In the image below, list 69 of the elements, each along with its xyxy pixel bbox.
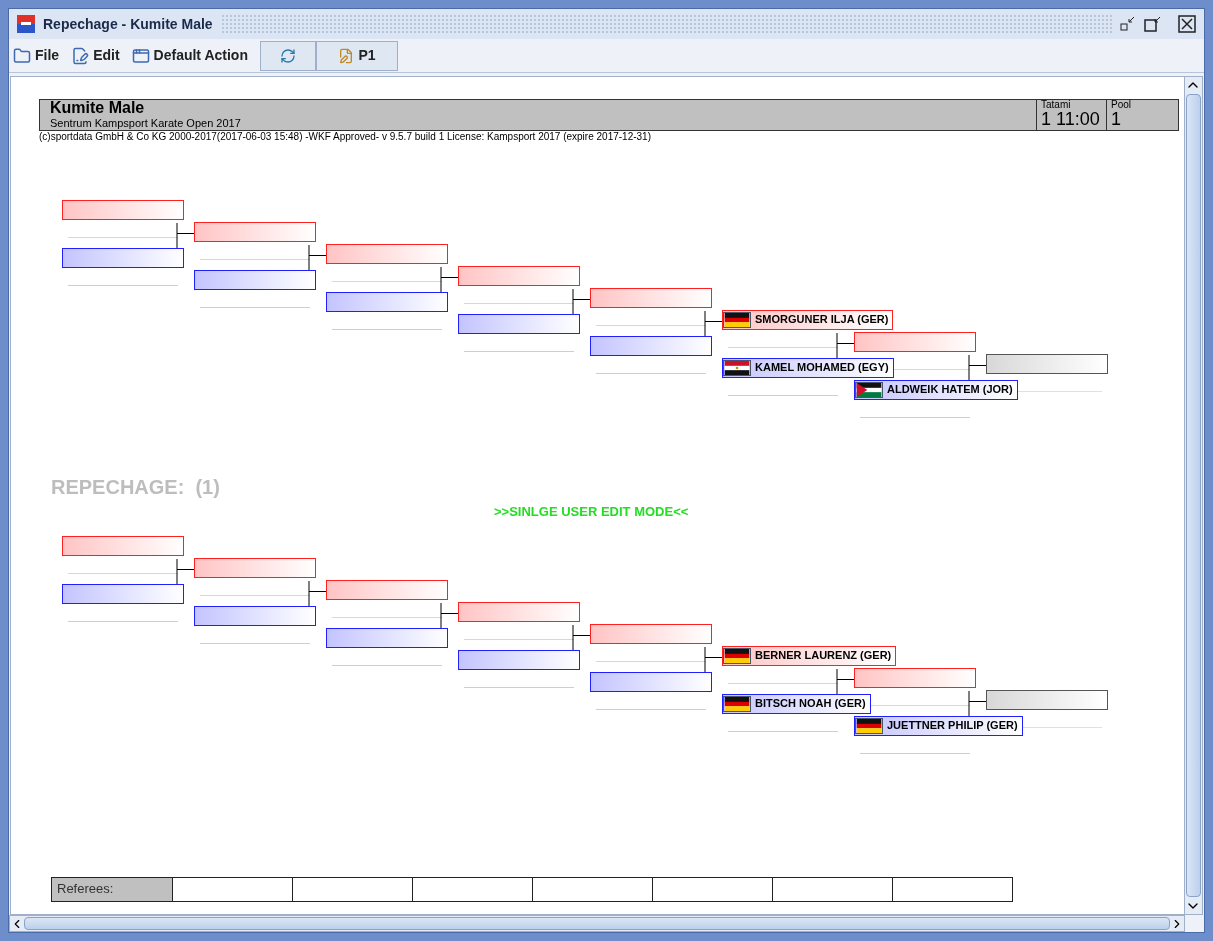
- competitor-slot[interactable]: [458, 601, 580, 622]
- flag-icon: [723, 695, 751, 712]
- referees-label: Referees:: [52, 877, 172, 901]
- competitor-slot[interactable]: SMORGUNER ILJA (GER): [722, 309, 894, 330]
- competitor-slot[interactable]: [194, 221, 316, 242]
- restore-icon[interactable]: [1120, 16, 1136, 32]
- competitor-slot[interactable]: [326, 243, 448, 264]
- competitor-slot[interactable]: [854, 667, 976, 688]
- competitor-name: ALDWEIK HATEM (JOR): [887, 382, 1013, 398]
- competitor-slot[interactable]: [458, 265, 580, 286]
- competitor-slot[interactable]: [986, 689, 1108, 710]
- competitor-name: SMORGUNER ILJA (GER): [755, 312, 889, 328]
- refresh-icon: [279, 47, 296, 64]
- edit-icon: [338, 47, 355, 64]
- competitor-name: BERNER LAURENZ (GER): [755, 648, 892, 664]
- competitor-slot[interactable]: [326, 627, 448, 648]
- competitor-slot[interactable]: [62, 199, 184, 220]
- vertical-scrollbar[interactable]: [1184, 77, 1202, 914]
- competitor-slot[interactable]: JUETTNER PHILIP (GER): [854, 715, 1023, 736]
- field-label: Tatami: [1041, 100, 1072, 110]
- file-edit-icon: [71, 46, 90, 65]
- window-title: Repechage - Kumite Male: [43, 14, 213, 34]
- flag-icon: [855, 717, 883, 734]
- competitor-slot[interactable]: [194, 605, 316, 626]
- field-value: 1: [1111, 110, 1122, 128]
- competitor-slot[interactable]: [590, 335, 712, 356]
- competitor-slot[interactable]: [326, 291, 448, 312]
- competitor-slot[interactable]: BERNER LAURENZ (GER): [722, 645, 897, 666]
- event-subtitle: Sentrum Kampsport Karate Open 2017: [50, 118, 242, 129]
- competitor-slot[interactable]: [590, 671, 712, 692]
- competitor-name: JUETTNER PHILIP (GER): [887, 718, 1018, 734]
- event-title: Kumite Male: [50, 100, 146, 116]
- competitor-slot[interactable]: [62, 247, 184, 268]
- competitor-slot[interactable]: [62, 583, 184, 604]
- competitor-slot[interactable]: [590, 623, 712, 644]
- competitor-slot[interactable]: [326, 579, 448, 600]
- folder-icon: [13, 46, 31, 65]
- copyright-text: (c)sportdata GmbH & Co KG 2000-2017(2017-06-03 15:48) -WKF Approved- v 9.5.7 build 1 License: Kampsport 2017 (expire 2017-12-31): [39, 131, 651, 144]
- flag-icon: [723, 359, 751, 376]
- flag-icon: [855, 381, 883, 398]
- field-value: 1 11:00: [1041, 110, 1101, 128]
- menu-button[interactable]: Default Action: [131, 45, 248, 66]
- competitor-slot[interactable]: [194, 557, 316, 578]
- section-heading: REPECHAGE: (1): [51, 474, 220, 500]
- competitor-slot[interactable]: [854, 331, 976, 352]
- menu-button[interactable]: Edit: [71, 45, 120, 66]
- maximize-icon[interactable]: [1144, 16, 1162, 32]
- competitor-slot[interactable]: [194, 269, 316, 290]
- competitor-name: BITSCH NOAH (GER): [755, 696, 866, 712]
- competitor-slot[interactable]: [458, 313, 580, 334]
- horizontal-scrollbar[interactable]: [9, 915, 1185, 932]
- mode-notice: >>SINLGE USER EDIT MODE<<: [494, 502, 689, 521]
- competitor-slot[interactable]: KAMEL MOHAMED (EGY): [722, 357, 894, 378]
- competitor-slot[interactable]: [62, 535, 184, 556]
- competitor-slot[interactable]: [986, 353, 1108, 374]
- refresh-button[interactable]: [259, 40, 316, 71]
- app-logo-icon: [17, 15, 35, 33]
- window-icon: [131, 46, 150, 65]
- competitor-slot[interactable]: ALDWEIK HATEM (JOR): [854, 379, 1018, 400]
- menu-button[interactable]: File: [13, 45, 60, 66]
- flag-icon: [723, 311, 751, 328]
- competitor-slot[interactable]: BITSCH NOAH (GER): [722, 693, 871, 714]
- field-label: Pool: [1111, 100, 1132, 110]
- competitor-slot[interactable]: [590, 287, 712, 308]
- page-button[interactable]: P1: [315, 40, 398, 71]
- flag-icon: [723, 647, 751, 664]
- close-icon[interactable]: [1178, 15, 1196, 33]
- competitor-slot[interactable]: [458, 649, 580, 670]
- competitor-name: KAMEL MOHAMED (EGY): [755, 360, 889, 376]
